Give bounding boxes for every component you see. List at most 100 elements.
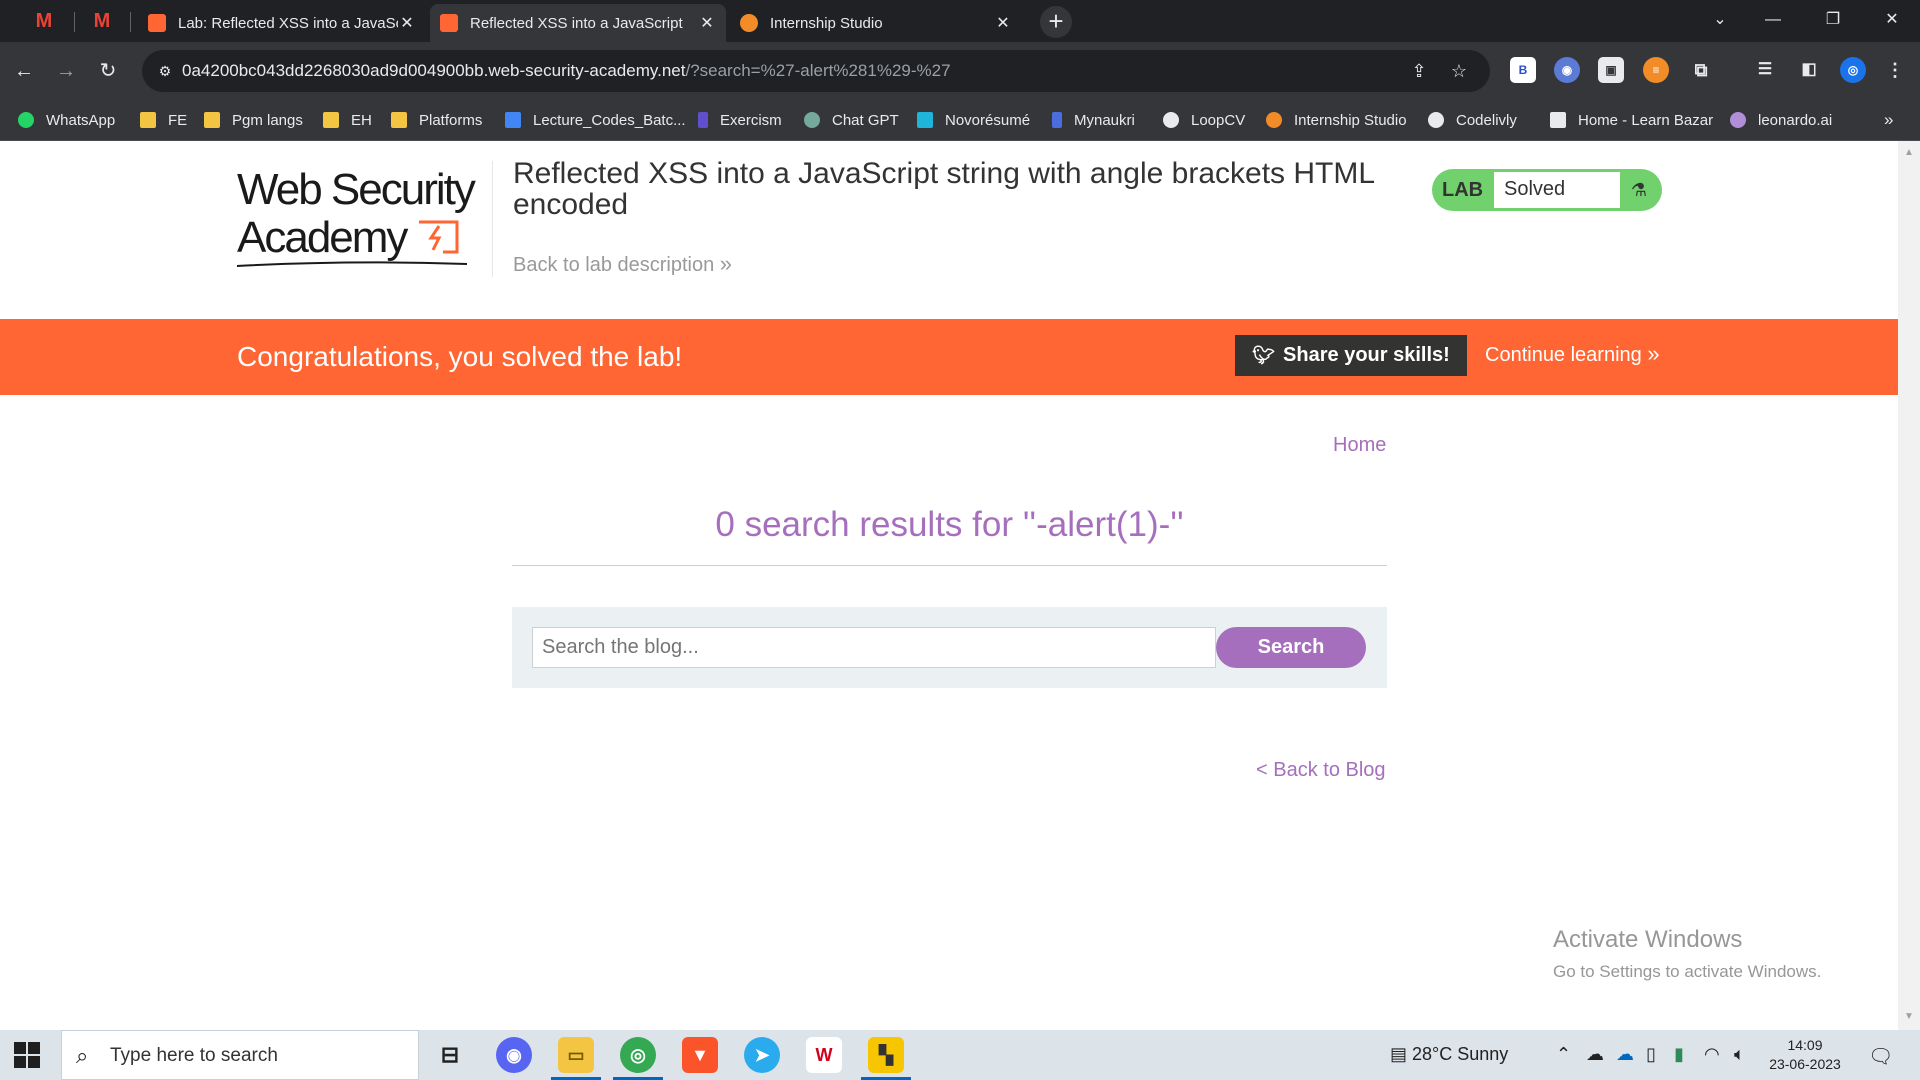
back-arrow-icon[interactable]: ← — [8, 55, 40, 87]
bookmark-label: LoopCV — [1191, 111, 1246, 129]
continue-learning-link[interactable]: Continue learning » — [1485, 341, 1660, 367]
lab-status-widget: LAB Solved ⚗ — [1432, 169, 1662, 211]
bookmark-mynaukri[interactable]: Mynaukri — [1052, 100, 1135, 140]
profile-avatar-icon[interactable]: ◎ — [1840, 57, 1866, 83]
bookmark-label: Mynaukri — [1074, 111, 1135, 129]
windows-start-icon[interactable] — [14, 1042, 40, 1068]
url-text[interactable]: 0a4200bc043dd2268030ad9d004900bb.web-sec… — [182, 61, 951, 81]
new-tab-button[interactable]: + — [1040, 6, 1072, 38]
gmail-icon[interactable]: M — [90, 9, 114, 33]
bookmark-star-icon[interactable]: ☆ — [1448, 60, 1470, 82]
site-info-icon[interactable]: ⚙ — [154, 60, 176, 82]
reload-icon[interactable]: ↻ — [92, 55, 124, 87]
forward-arrow-icon[interactable]: → — [50, 55, 82, 87]
extensions-puzzle-icon[interactable]: ⧉ — [1688, 57, 1714, 83]
share-label: Share your skills! — [1283, 344, 1450, 366]
weather-widget[interactable]: ▤ 28°C Sunny — [1390, 1044, 1508, 1065]
bookmark-folder-eh[interactable]: EH — [323, 100, 372, 140]
share-skills-button[interactable]: 🐦︎ Share your skills! — [1235, 335, 1467, 376]
chrome-icon[interactable]: ◎ — [620, 1037, 656, 1073]
minimize-icon[interactable]: — — [1747, 0, 1799, 40]
bookmark-novoresume[interactable]: Novorésumé — [917, 100, 1030, 140]
close-icon[interactable]: ✕ — [994, 13, 1012, 33]
blog-search-input[interactable] — [532, 627, 1216, 668]
bookmark-chat-gpt[interactable]: Chat GPT — [804, 100, 899, 140]
portswigger-icon — [148, 14, 166, 32]
close-window-icon[interactable]: ✕ — [1866, 0, 1918, 40]
logo-line2: Academy — [237, 214, 487, 262]
page-scrollbar[interactable]: ▲ ▼ — [1898, 141, 1920, 1030]
weather-text: 28°C Sunny — [1412, 1044, 1509, 1064]
bookmark-whatsapp[interactable]: WhatsApp — [18, 100, 115, 140]
battery-icon[interactable]: ▮ — [1674, 1044, 1684, 1065]
meet-icon[interactable]: ▯ — [1646, 1044, 1656, 1065]
menu-kebab-icon[interactable]: ⋮ — [1882, 57, 1908, 83]
side-panel-icon[interactable]: ◧ — [1796, 57, 1822, 83]
taskbar-clock[interactable]: 14:09 23-06-2023 — [1760, 1036, 1850, 1074]
onedrive-icon[interactable]: ☁ — [1616, 1044, 1634, 1065]
address-bar[interactable]: ⚙ 0a4200bc043dd2268030ad9d004900bb.web-s… — [142, 50, 1490, 92]
wifi-icon[interactable]: ◠ — [1704, 1044, 1720, 1065]
onedrive-offline-icon[interactable]: ☁ — [1586, 1044, 1604, 1065]
extension-wappalyzer-icon[interactable]: ◉ — [1554, 57, 1580, 83]
bookmark-label: leonardo.ai — [1758, 111, 1833, 129]
bookmark-loopcv[interactable]: LoopCV — [1163, 100, 1245, 140]
app-yellow-icon[interactable]: ▚ — [868, 1037, 904, 1073]
extension-window-icon[interactable]: ▣ — [1598, 57, 1624, 83]
bookmark-folder-platforms[interactable]: Platforms — [391, 100, 482, 140]
weather-icon: ▤ — [1390, 1044, 1408, 1064]
wps-office-icon[interactable]: W — [806, 1037, 842, 1073]
leonardo-icon — [1730, 112, 1746, 128]
search-button[interactable]: Search — [1216, 627, 1366, 668]
bookmark-lecture-codes[interactable]: Lecture_Codes_Batc... — [505, 100, 686, 140]
close-icon[interactable]: ✕ — [698, 13, 716, 33]
internship-icon — [1266, 112, 1282, 128]
tab-lab-reflected-xss[interactable]: Lab: Reflected XSS into a JavaSc ✕ — [138, 4, 426, 42]
tab-internship-studio[interactable]: Internship Studio ✕ — [730, 4, 1022, 42]
back-to-blog-link[interactable]: < Back to Blog — [1256, 759, 1386, 782]
discord-icon[interactable]: ◉ — [496, 1037, 532, 1073]
extension-b-icon[interactable]: B — [1510, 57, 1536, 83]
show-hidden-icons[interactable]: ⌃ — [1556, 1044, 1571, 1065]
telegram-icon[interactable]: ➤ — [744, 1037, 780, 1073]
scroll-down-icon[interactable]: ▼ — [1898, 1011, 1920, 1022]
bookmark-label: Home - Learn Bazar — [1578, 111, 1714, 129]
close-icon[interactable]: ✕ — [398, 13, 416, 33]
notification-icon[interactable]: 🗨︎ — [1868, 1044, 1893, 1069]
tab-reflected-xss-active[interactable]: Reflected XSS into a JavaScript ✕ — [430, 4, 726, 42]
share-icon[interactable]: ⇪ — [1408, 60, 1430, 82]
gmail-icon[interactable]: M — [32, 9, 56, 33]
task-view-icon[interactable]: ⊟ — [432, 1037, 468, 1073]
bookmark-exercism[interactable]: Exercism — [698, 100, 782, 140]
brave-icon[interactable]: ▼ — [682, 1037, 718, 1073]
bookmark-folder-fe[interactable]: FE — [140, 100, 187, 140]
extension-orange-icon[interactable]: ≡ — [1643, 57, 1669, 83]
bookmark-codelivly[interactable]: Codelivly — [1428, 100, 1517, 140]
restore-icon[interactable]: ❐ — [1807, 0, 1859, 40]
folder-icon — [140, 112, 156, 128]
bookmark-learn-bazar[interactable]: Home - Learn Bazar — [1550, 100, 1713, 140]
url-host: 0a4200bc043dd2268030ad9d004900bb.web-sec… — [182, 61, 686, 80]
scroll-up-icon[interactable]: ▲ — [1898, 147, 1920, 158]
doc-icon — [505, 112, 521, 128]
web-security-academy-logo[interactable]: Web Security Academy — [237, 165, 487, 267]
search-icon: ⌕ — [76, 1043, 89, 1068]
bookmark-label: FE — [168, 111, 188, 129]
bookmark-internship-studio[interactable]: Internship Studio — [1266, 100, 1407, 140]
home-link[interactable]: Home — [1333, 434, 1386, 457]
bookmark-leonardo-ai[interactable]: leonardo.ai — [1730, 100, 1832, 140]
bookmarks-overflow-button[interactable]: » — [1884, 100, 1893, 140]
logo-line1: Web Security — [237, 165, 476, 214]
volume-icon[interactable]: 🔈︎ — [1734, 1044, 1745, 1065]
media-control-icon[interactable]: ☰ — [1752, 57, 1778, 83]
file-explorer-icon[interactable]: ▭ — [558, 1037, 594, 1073]
bookmark-folder-pgm-langs[interactable]: Pgm langs — [204, 100, 303, 140]
bookmark-label: Novorésumé — [945, 111, 1031, 129]
tab-search-chevron-icon[interactable]: ⌄ — [1694, 0, 1746, 40]
back-to-lab-description-link[interactable]: Back to lab description » — [513, 251, 732, 277]
taskbar-search-box[interactable]: ⌕ Type here to search — [61, 1030, 419, 1080]
whatsapp-icon — [18, 112, 34, 128]
bookmark-label: Codelivly — [1456, 111, 1517, 129]
solved-banner: Congratulations, you solved the lab! 🐦︎ … — [0, 319, 1898, 395]
folder-icon — [323, 112, 339, 128]
